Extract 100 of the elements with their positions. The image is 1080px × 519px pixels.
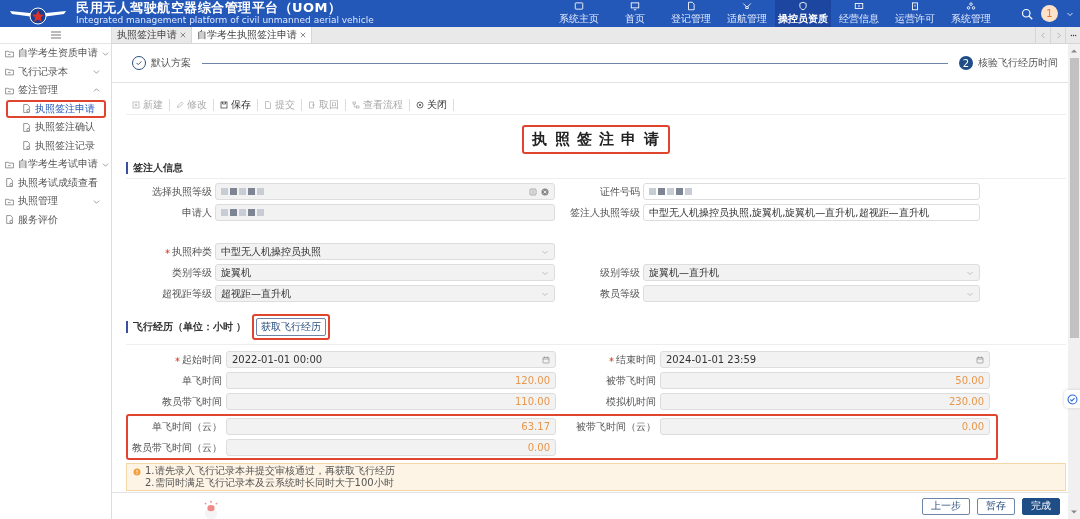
blurred-text — [221, 209, 264, 216]
sidebar-item[interactable]: 签注管理 — [0, 81, 110, 100]
document-icon — [5, 178, 14, 188]
input-field[interactable]: 超视距—直升机 — [215, 285, 555, 302]
chevron-icon — [93, 197, 100, 205]
assistant-icon[interactable] — [1066, 393, 1078, 405]
nav-tab[interactable]: 首页 — [607, 0, 663, 27]
clear-icon[interactable] — [541, 187, 549, 196]
field-label: 超视距等级 — [161, 286, 212, 301]
nav-icon — [798, 1, 808, 11]
sidebar-item[interactable]: 自学考生考试申请 — [0, 155, 110, 174]
nav-tab[interactable]: 操控员资质 — [775, 0, 831, 27]
app-title: 民用无人驾驶航空器综合管理平台（UOM） — [76, 1, 343, 16]
input-field[interactable]: 中型无人机操控员执照 — [215, 243, 555, 260]
warning-icon — [133, 468, 141, 476]
form-title: 执 照 签 注 申 请 — [522, 125, 670, 154]
app-subtitle: Integrated management platform of civil unmanned aerial vehicle — [76, 15, 374, 26]
field-label: 执照种类 — [126, 244, 212, 259]
nav-icon — [686, 1, 696, 11]
nav-tab[interactable]: 系统管理 — [943, 0, 999, 27]
field-label: 单飞时间（云） — [151, 419, 222, 434]
document-icon — [22, 141, 31, 151]
sidebar-item[interactable]: 执照签注申请 — [6, 99, 106, 118]
sidebar-item[interactable]: 执照考试成绩查看 — [0, 173, 110, 192]
sidebar-item[interactable]: 服务评价 — [0, 210, 110, 229]
input-field[interactable] — [215, 183, 555, 200]
nav-icon — [742, 1, 752, 11]
required-icon — [609, 357, 614, 362]
nav-icon — [966, 1, 976, 11]
field-label: 模拟机时间 — [605, 394, 656, 409]
required-icon — [165, 249, 170, 254]
input-field[interactable]: 2022-01-01 00:00 — [226, 351, 556, 368]
close-icon — [416, 101, 424, 109]
folder-icon — [5, 48, 14, 58]
sidebar-item[interactable]: 执照管理 — [0, 192, 110, 211]
section-title: 签注人信息 — [126, 162, 183, 174]
field-label: 教员带飞时间 — [161, 394, 222, 409]
toolbar-button[interactable]: 保存 — [214, 99, 258, 111]
nav-tab[interactable]: 经营信息 — [831, 0, 887, 27]
input-field[interactable]: 旋翼机 — [215, 264, 555, 281]
input-field[interactable] — [643, 285, 980, 302]
toolbar-button[interactable]: 关闭 — [410, 99, 454, 111]
folder-icon — [5, 85, 14, 95]
menu-icon[interactable] — [50, 31, 61, 39]
sidebar-item[interactable]: 执照签注确认 — [6, 118, 106, 137]
field-label: 被带飞时间 — [605, 373, 656, 388]
notice-text: 1.请先录入飞行记录本并提交审核通过，再获取飞行经历 — [145, 465, 395, 477]
footer-button[interactable]: 完成 — [1022, 497, 1060, 515]
edit-icon — [176, 101, 184, 109]
step-label: 核验飞行经历时间 — [978, 56, 1058, 70]
scroll-down-icon[interactable] — [1070, 508, 1078, 516]
field-label: 教员带飞时间（云） — [131, 440, 222, 455]
input-field[interactable] — [643, 183, 980, 200]
folder-icon — [5, 159, 14, 169]
field-label: 起始时间 — [126, 352, 222, 367]
chevron-right-icon[interactable] — [1054, 31, 1062, 39]
notice-text: 2.需同时满足飞行记录本及云系统时长同时大于100小时 — [145, 477, 395, 489]
close-icon[interactable] — [180, 32, 186, 38]
close-icon[interactable] — [300, 32, 306, 38]
nav-icon — [910, 1, 920, 11]
input-field[interactable] — [215, 204, 555, 221]
calendar-icon[interactable] — [976, 355, 984, 364]
document-icon — [264, 101, 272, 109]
document-icon — [22, 104, 31, 114]
calendar-icon[interactable] — [542, 355, 550, 364]
add-icon — [132, 101, 140, 109]
input-field[interactable]: 中型无人机操控员执照,旋翼机,旋翼机—直升机,超视距—直升机 — [643, 204, 980, 221]
field-label: 结束时间 — [560, 352, 656, 367]
field-label: 类别等级 — [171, 265, 212, 280]
sidebar-item[interactable]: 飞行记录本 — [0, 62, 110, 81]
save-icon — [220, 101, 228, 109]
nav-tab[interactable]: 适航管理 — [719, 0, 775, 27]
input-field[interactable]: 2024-01-01 23:59 — [660, 351, 990, 368]
field-label: 选择执照等级 — [151, 184, 212, 199]
required-icon — [175, 357, 180, 362]
field-label: 证件号码 — [599, 184, 640, 199]
input-field[interactable]: 旋翼机—直升机 — [643, 264, 980, 281]
search-icon[interactable] — [1021, 7, 1033, 20]
footer-button[interactable]: 上一步 — [922, 497, 970, 515]
fetch-button[interactable]: 获取飞行经历 — [256, 318, 327, 336]
page-tab[interactable]: 自学考生执照签注申请 — [192, 27, 312, 43]
nav-tab[interactable]: 系统主页 — [551, 0, 607, 27]
step-label: 默认方案 — [151, 56, 191, 70]
scroll-thumb[interactable] — [1069, 58, 1079, 338]
flow-icon — [352, 101, 360, 109]
nav-tab[interactable]: 运营许可 — [887, 0, 943, 27]
sidebar-item[interactable]: 执照签注记录 — [6, 136, 106, 155]
chevron-icon — [102, 49, 109, 57]
nav-icon — [854, 1, 864, 11]
sidebar-item[interactable]: 自学考生资质申请 — [0, 44, 110, 63]
document-icon — [5, 215, 14, 225]
chevron-icon — [93, 86, 100, 94]
chevron-left-icon[interactable] — [1039, 31, 1047, 39]
nav-icon — [574, 1, 584, 11]
step-number: 2 — [959, 56, 973, 70]
list-icon[interactable] — [529, 187, 537, 196]
scroll-up-icon[interactable] — [1070, 47, 1078, 55]
nav-tab[interactable]: 登记管理 — [663, 0, 719, 27]
footer-button[interactable]: 暂存 — [977, 497, 1015, 515]
blurred-text — [649, 188, 692, 195]
